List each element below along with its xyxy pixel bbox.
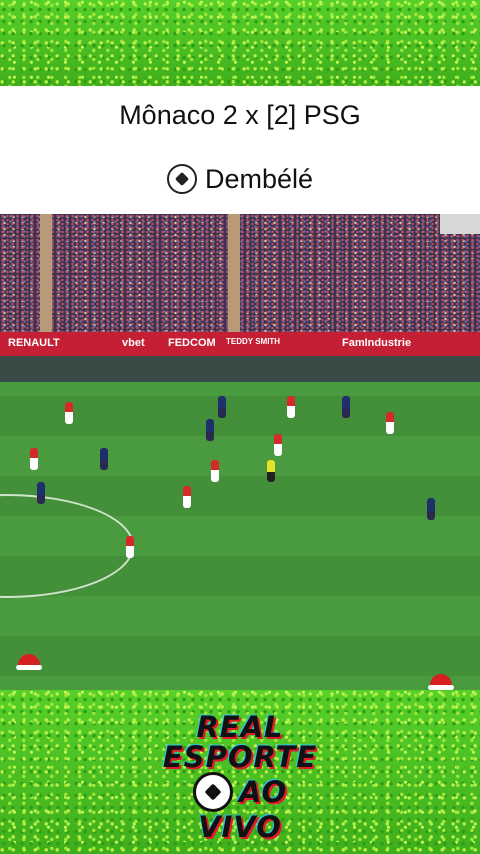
confetti-banner-top [0, 0, 480, 86]
scorer-line: Dembélé [0, 164, 480, 195]
title-band: Mônaco 2 x [2] PSG Dembélé [0, 86, 480, 214]
santa-hat-icon [16, 652, 42, 670]
santa-hat-icon [428, 672, 454, 690]
ad-board: TEDDY SMITH [226, 337, 281, 346]
stands-stairway [40, 214, 52, 332]
ad-board: FamIndustrie [342, 337, 412, 349]
stadium-stands [0, 214, 480, 332]
logo-ball-row: AO [150, 772, 330, 812]
player-psg [342, 396, 350, 418]
player-monaco [386, 412, 394, 434]
sky-patch [440, 214, 480, 234]
player-psg [206, 419, 214, 441]
ad-boards: RENAULT vbet FEDCOM TEDDY SMITH FamIndus… [0, 332, 480, 356]
player-monaco [30, 448, 38, 470]
player-psg [37, 482, 45, 504]
player-monaco [287, 396, 295, 418]
logo-word-ao: AO [238, 775, 288, 809]
scorer-name: Dembélé [204, 164, 314, 194]
soccer-ball-icon [166, 164, 197, 194]
pitch-wall [0, 356, 480, 382]
player-monaco [274, 434, 282, 456]
player-monaco [183, 486, 191, 508]
match-score-title: Mônaco 2 x [2] PSG [119, 100, 361, 130]
player-monaco [126, 536, 134, 558]
player-psg [100, 448, 108, 470]
match-video[interactable]: RENAULT vbet FEDCOM TEDDY SMITH FamIndus… [0, 214, 480, 690]
referee [267, 460, 275, 482]
logo-word-vivo: VIVO [198, 810, 282, 844]
ad-board: vbet [122, 337, 145, 349]
logo-word-real: REAL [196, 710, 284, 744]
player-monaco [65, 402, 73, 424]
player-monaco [211, 460, 219, 482]
player-psg [218, 396, 226, 418]
stands-stairway [228, 214, 240, 332]
player-psg [427, 498, 435, 520]
ad-board: RENAULT [8, 337, 60, 349]
channel-logo: REAL ESPORTE AO VIVO [150, 712, 330, 842]
soccer-ball-icon [192, 772, 233, 812]
logo-word-esporte: ESPORTE [162, 740, 318, 774]
ad-board: FEDCOM [168, 337, 216, 349]
